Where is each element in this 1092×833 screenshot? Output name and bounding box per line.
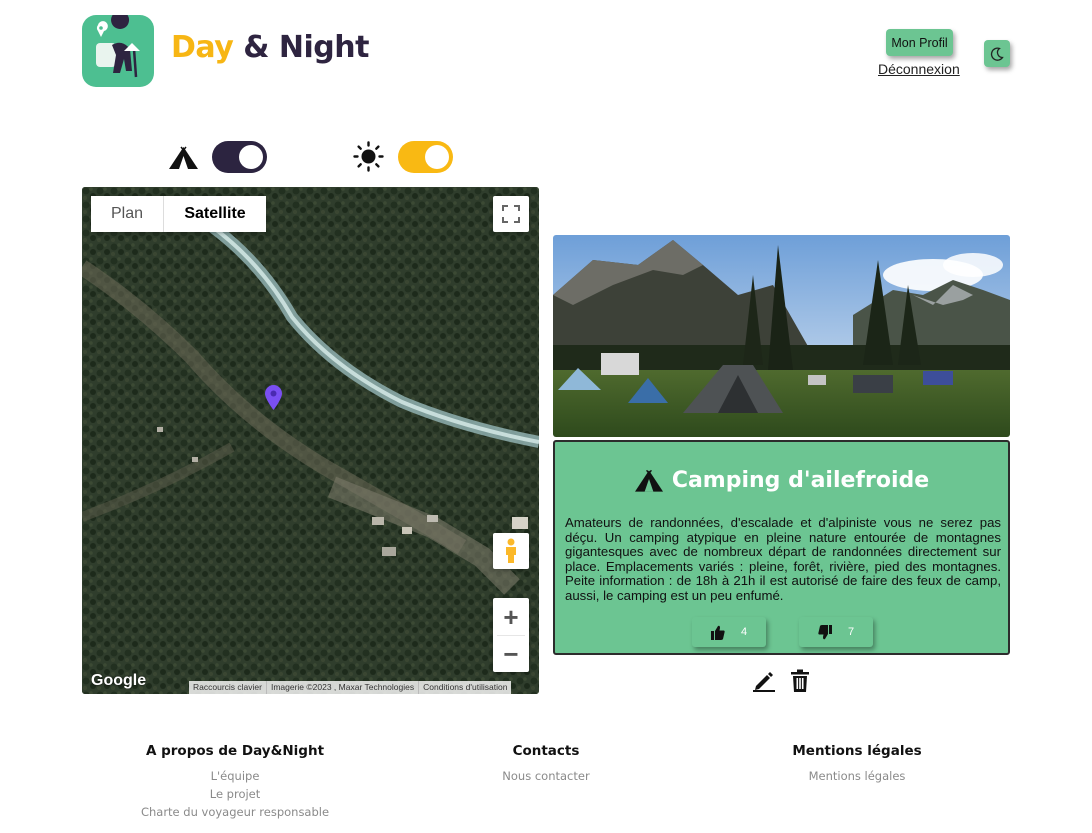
map-marker-icon[interactable] <box>265 385 282 410</box>
terms-link[interactable]: Conditions d'utilisation <box>418 681 511 694</box>
footer-about: A propos de Day&Night L'équipe Le projet… <box>135 743 335 821</box>
fullscreen-button[interactable] <box>493 196 529 232</box>
footer-contacts-title: Contacts <box>512 743 580 759</box>
footer-about-title: A propos de Day&Night <box>145 743 325 759</box>
brand-name-night: & Night <box>243 30 369 65</box>
theme-toggle-button[interactable] <box>984 40 1010 67</box>
footer-link-team[interactable]: L'équipe <box>135 767 335 785</box>
trash-icon[interactable] <box>790 669 810 692</box>
dislike-button[interactable]: 7 <box>799 617 873 647</box>
footer-link-contact[interactable]: Nous contacter <box>446 767 646 785</box>
camping-description: Amateurs de randonnées, d'escalade et d'… <box>565 515 1001 603</box>
brand-logo[interactable] <box>82 15 154 87</box>
camping-card: Camping d'ailefroide Amateurs de randonn… <box>553 440 1010 655</box>
footer-link-project[interactable]: Le projet <box>135 785 335 803</box>
imagery-credit: Imagerie ©2023 , Maxar Technologies <box>265 681 418 694</box>
thumbs-up-icon <box>710 625 725 640</box>
logout-link[interactable]: Déconnexion <box>878 61 960 77</box>
zoom-control: + − <box>493 598 529 672</box>
dislike-count: 7 <box>847 626 855 638</box>
day-mode-toggle[interactable] <box>398 141 453 173</box>
footer-link-legal[interactable]: Mentions légales <box>757 767 957 785</box>
like-count: 4 <box>740 626 748 638</box>
camping-photo <box>553 235 1010 437</box>
camping-mode-toggle[interactable] <box>212 141 267 173</box>
map-type-selector: Plan Satellite <box>91 196 266 232</box>
fullscreen-icon <box>502 205 520 223</box>
street-view-button[interactable] <box>493 533 529 569</box>
like-button[interactable]: 4 <box>692 617 766 647</box>
toggle-knob <box>239 145 263 169</box>
brand-name: Day & Night <box>171 30 369 65</box>
map-attribution: Raccourcis clavier Imagerie ©2023 , Maxa… <box>189 681 512 694</box>
profile-button[interactable]: Mon Profil <box>886 29 953 56</box>
pegman-icon <box>506 538 516 563</box>
camping-title-text: Camping d'ailefroide <box>671 468 930 493</box>
edit-icon[interactable] <box>752 670 776 692</box>
tent-icon <box>634 469 663 492</box>
camping-title: Camping d'ailefroide <box>555 468 1008 493</box>
toggle-knob <box>425 145 449 169</box>
tent-icon <box>169 146 198 169</box>
google-logo: Google <box>91 672 147 689</box>
footer-link-charter[interactable]: Charte du voyageur responsable <box>135 803 335 821</box>
map-type-plan[interactable]: Plan <box>91 196 164 232</box>
keyboard-shortcuts-link[interactable]: Raccourcis clavier <box>189 681 266 694</box>
footer-contacts: Contacts Nous contacter <box>446 743 646 785</box>
satellite-map[interactable]: Plan Satellite + − Google Raccourcis cla… <box>82 187 539 694</box>
moon-icon <box>990 47 1004 61</box>
thumbs-down-icon <box>818 624 832 639</box>
satellite-imagery <box>82 187 539 694</box>
sun-icon <box>353 141 384 172</box>
brand-name-day: Day <box>171 30 234 65</box>
footer-legal-title: Mentions légales <box>792 743 922 759</box>
zoom-in-button[interactable]: + <box>493 599 529 635</box>
zoom-out-button[interactable]: − <box>493 636 529 672</box>
map-type-satellite[interactable]: Satellite <box>164 196 266 232</box>
footer-legal: Mentions légales Mentions légales <box>757 743 957 785</box>
